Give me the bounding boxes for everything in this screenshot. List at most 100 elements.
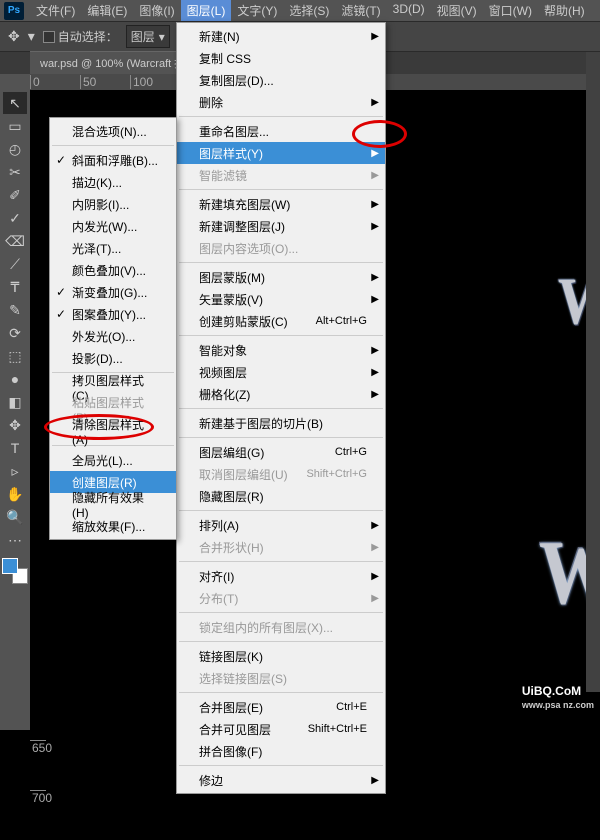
menu-item[interactable]: ✓图案叠加(Y)...: [50, 303, 176, 325]
tool-7[interactable]: ⟋: [3, 253, 27, 275]
watermark-main: UiBQ.CoM: [522, 684, 581, 698]
tool-17[interactable]: ✋: [3, 483, 27, 505]
tool-10[interactable]: ⟳: [3, 322, 27, 344]
menu-item[interactable]: 内发光(W)...: [50, 215, 176, 237]
tool-11[interactable]: ⬚: [3, 345, 27, 367]
menu-item[interactable]: ✓渐变叠加(G)...: [50, 281, 176, 303]
menu-item-label: 投影(D)...: [72, 350, 123, 367]
menu-item[interactable]: 矢量蒙版(V)▶: [177, 288, 385, 310]
menu-item[interactable]: 隐藏图层(R): [177, 485, 385, 507]
menu-item[interactable]: 描边(K)...: [50, 171, 176, 193]
menu-s[interactable]: 选择(S): [283, 0, 335, 21]
menu-separator: [179, 437, 383, 438]
submenu-arrow-icon: ▶: [371, 97, 379, 108]
menu-item[interactable]: 外发光(O)...: [50, 325, 176, 347]
menu-item[interactable]: 合并可见图层Shift+Ctrl+E: [177, 718, 385, 740]
tool-4[interactable]: ✐: [3, 184, 27, 206]
tool-8[interactable]: ₸: [3, 276, 27, 298]
menu-item: 选择链接图层(S): [177, 667, 385, 689]
menu-item[interactable]: 对齐(I)▶: [177, 565, 385, 587]
submenu-arrow-icon: ▶: [371, 593, 379, 604]
menu-item[interactable]: 投影(D)...: [50, 347, 176, 369]
menu-item[interactable]: 新建基于图层的切片(B): [177, 412, 385, 434]
tool-14[interactable]: ✥: [3, 414, 27, 436]
tool-5[interactable]: ✓: [3, 207, 27, 229]
submenu-arrow-icon: ▶: [371, 775, 379, 786]
menu-item-label: 取消图层编组(U): [199, 466, 288, 483]
menu-item[interactable]: 混合选项(N)...: [50, 120, 176, 142]
menu-separator: [179, 408, 383, 409]
submenu-arrow-icon: ▶: [371, 520, 379, 531]
menu-h[interactable]: 帮助(H): [538, 0, 591, 21]
menu-t[interactable]: 滤镜(T): [335, 0, 386, 21]
document-tab[interactable]: war.psd @ 100% (Warcraft 拷: [30, 51, 195, 74]
menu-item[interactable]: 内阴影(I)...: [50, 193, 176, 215]
menu-item[interactable]: 复制图层(D)...: [177, 69, 385, 91]
menu-item[interactable]: 视频图层▶: [177, 361, 385, 383]
menu-item[interactable]: 全局光(L)...: [50, 449, 176, 471]
menu-item[interactable]: 新建填充图层(W)▶: [177, 193, 385, 215]
menu-item[interactable]: 颜色叠加(V)...: [50, 259, 176, 281]
menu-item[interactable]: 隐藏所有效果(H): [50, 493, 176, 515]
menu-item[interactable]: 清除图层样式(A): [50, 420, 176, 442]
menu-separator: [179, 561, 383, 562]
shortcut-label: Shift+Ctrl+G: [306, 468, 367, 480]
menu-item[interactable]: ✓斜面和浮雕(B)...: [50, 149, 176, 171]
menu-item[interactable]: 新建调整图层(J)▶: [177, 215, 385, 237]
menu-item[interactable]: 删除▶: [177, 91, 385, 113]
menu-item[interactable]: 重命名图层...: [177, 120, 385, 142]
menu-y[interactable]: 文字(Y): [231, 0, 283, 21]
tool-19[interactable]: ⋯: [3, 529, 27, 551]
menu-item[interactable]: 修边▶: [177, 769, 385, 791]
menu-item[interactable]: 图层蒙版(M)▶: [177, 266, 385, 288]
menu-item[interactable]: 链接图层(K): [177, 645, 385, 667]
menu-f[interactable]: 文件(F): [30, 0, 81, 21]
menu-item-label: 合并图层(E): [199, 699, 263, 716]
shortcut-label: Ctrl+E: [336, 701, 367, 713]
tool-2[interactable]: ◴: [3, 138, 27, 160]
auto-select-checkbox[interactable]: 自动选择：: [43, 28, 118, 45]
menu-item[interactable]: 复制 CSS: [177, 47, 385, 69]
shortcut-label: Shift+Ctrl+E: [308, 723, 367, 735]
menu-item: 智能滤镜▶: [177, 164, 385, 186]
tool-9[interactable]: ✎: [3, 299, 27, 321]
menu-item-label: 内阴影(I)...: [72, 196, 129, 213]
tool-13[interactable]: ◧: [3, 391, 27, 413]
menu-item-label: 复制图层(D)...: [199, 72, 274, 89]
menu-item[interactable]: 拼合图像(F): [177, 740, 385, 762]
tool-1[interactable]: ▭: [3, 115, 27, 137]
menu-v[interactable]: 视图(V): [431, 0, 483, 21]
menu-item-label: 分布(T): [199, 590, 238, 607]
layer-select[interactable]: 图层 ▾: [126, 25, 170, 48]
foreground-color[interactable]: [2, 558, 18, 574]
tool-18[interactable]: 🔍: [3, 506, 27, 528]
tool-16[interactable]: ▹: [3, 460, 27, 482]
menu-item-label: 智能滤镜: [199, 167, 247, 184]
menu-item[interactable]: 栅格化(Z)▶: [177, 383, 385, 405]
menu-item[interactable]: 合并图层(E) Ctrl+E: [177, 696, 385, 718]
menu-w[interactable]: 窗口(W): [483, 0, 538, 21]
menu-item-label: 全局光(L)...: [72, 452, 133, 469]
menu-item[interactable]: 智能对象▶: [177, 339, 385, 361]
tool-3[interactable]: ✂: [3, 161, 27, 183]
menu-l[interactable]: 图层(L): [181, 0, 232, 21]
tool-15[interactable]: T: [3, 437, 27, 459]
menu-item[interactable]: 缩放效果(F)...: [50, 515, 176, 537]
menu-item[interactable]: 新建(N)▶: [177, 25, 385, 47]
menu-item[interactable]: 图层样式(Y)▶: [177, 142, 385, 164]
color-swatches[interactable]: [2, 558, 28, 584]
menu-item[interactable]: 光泽(T)...: [50, 237, 176, 259]
chevron-down-icon: ▾: [159, 30, 165, 44]
menu-e[interactable]: 编辑(E): [81, 0, 133, 21]
watermark-sub: www.psa nz.com: [522, 700, 594, 710]
menu-item[interactable]: 创建剪贴蒙版(C)Alt+Ctrl+G: [177, 310, 385, 332]
menu-item[interactable]: 图层编组(G)Ctrl+G: [177, 441, 385, 463]
menu-separator: [179, 612, 383, 613]
tool-0[interactable]: ↖: [3, 92, 27, 114]
menu-item[interactable]: 排列(A)▶: [177, 514, 385, 536]
tool-6[interactable]: ⌫: [3, 230, 27, 252]
dropdown-icon[interactable]: ▾: [28, 28, 35, 45]
tool-12[interactable]: ●: [3, 368, 27, 390]
menu-i[interactable]: 图像(I): [133, 0, 180, 21]
menu-dd[interactable]: 3D(D): [387, 0, 431, 21]
